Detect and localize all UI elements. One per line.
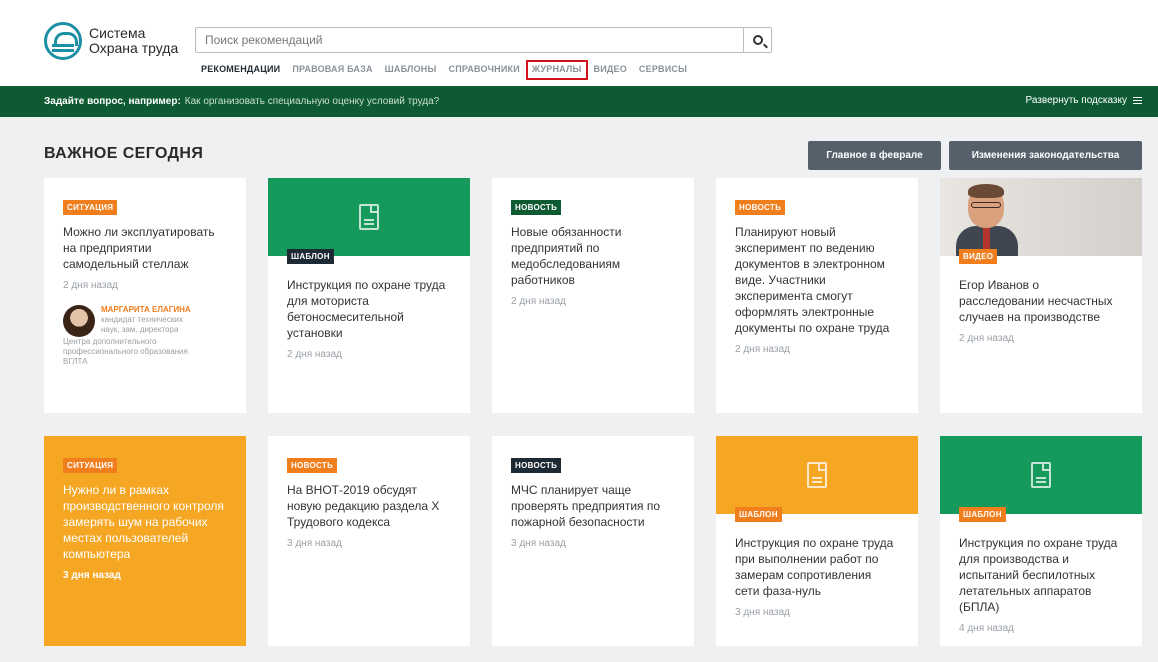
logo-text: Система Охрана труда [89, 26, 178, 56]
logo-line-2: Охрана труда [89, 40, 179, 56]
section-title: ВАЖНОЕ СЕГОДНЯ [44, 145, 204, 162]
card-badge: СИТУАЦИЯ [63, 200, 118, 215]
expand-hint-label: Развернуть подсказку [1025, 95, 1128, 106]
logo-line-1: Система [89, 25, 146, 41]
card-band: ШАБЛОН [940, 436, 1142, 522]
hint-bar: Задайте вопрос, например: Как организова… [0, 86, 1158, 117]
card-news-experiment[interactable]: НОВОСТЬ Планируют новый эксперимент по в… [716, 178, 918, 413]
card-band: ШАБЛОН [716, 436, 918, 522]
card-date: 2 дня назад [959, 333, 1014, 344]
nav-templates[interactable]: ШАБЛОНЫ [379, 60, 443, 80]
author-name: МАРГАРИТА ЕЛАГИНА [101, 305, 191, 314]
card-news-mchs[interactable]: НОВОСТЬ МЧС планирует чаще проверять пре… [492, 436, 694, 646]
card-template-resistance[interactable]: ШАБЛОН Инструкция по охране труда при вы… [716, 436, 918, 646]
card-badge: ШАБЛОН [287, 249, 334, 264]
card-band: ШАБЛОН [268, 178, 470, 264]
card-badge: НОВОСТЬ [735, 200, 786, 215]
card-template-drones[interactable]: ШАБЛОН Инструкция по охране труда для пр… [940, 436, 1142, 646]
search-button[interactable] [743, 28, 771, 52]
document-icon [807, 462, 827, 488]
card-badge: НОВОСТЬ [511, 200, 562, 215]
card-date: 3 дня назад [287, 538, 342, 549]
card-situation-noise[interactable]: СИТУАЦИЯ Нужно ли в рамках производствен… [44, 436, 246, 646]
menu-icon [1133, 97, 1142, 104]
card-title: Инструкция по охране труда при выполнени… [735, 536, 894, 598]
card-title: Инструкция по охране труда для производс… [959, 536, 1118, 614]
card-title: Егор Иванов о расследовании несчастных с… [959, 278, 1113, 324]
helmet-icon [44, 22, 82, 60]
card-date: 3 дня назад [735, 607, 790, 618]
nav-recommendations[interactable]: РЕКОМЕНДАЦИИ [195, 60, 286, 80]
card-badge: ВИДЕО [959, 249, 998, 264]
video-thumbnail: ВИДЕО [940, 178, 1142, 264]
card-author: МАРГАРИТА ЕЛАГИНА кандидат технических н… [63, 305, 227, 337]
search-icon [752, 35, 763, 45]
main-content: ВАЖНОЕ СЕГОДНЯ Главное в феврале Изменен… [0, 117, 1158, 662]
card-title: Инструкция по охране труда для моториста… [287, 278, 446, 340]
card-badge: ШАБЛОН [735, 507, 782, 522]
card-title: Новые обязанности предприятий по медобсл… [511, 225, 622, 287]
card-title: МЧС планирует чаще проверять предприятия… [511, 483, 661, 529]
card-date: 2 дня назад [735, 344, 790, 355]
author-role-1: кандидат технических [101, 315, 183, 324]
nav-video[interactable]: ВИДЕО [588, 60, 633, 80]
card-date: 2 дня назад [287, 349, 342, 360]
author-role-rest: Центра дополнительного профессионального… [63, 337, 188, 366]
author-role-2: наук, зам. директора [101, 325, 179, 334]
card-situation-shelf[interactable]: СИТУАЦИЯ Можно ли эксплуатировать на пре… [44, 178, 246, 413]
card-title: Можно ли эксплуатировать на предприятии … [63, 225, 215, 271]
search-input[interactable] [196, 28, 741, 52]
legislation-changes-button[interactable]: Изменения законодательства [949, 141, 1142, 170]
card-badge: НОВОСТЬ [511, 458, 562, 473]
card-title: Планируют новый эксперимент по ведению д… [735, 225, 890, 335]
header: Система Охрана труда РЕКОМЕНДАЦИИ ПРАВОВ… [0, 0, 1158, 86]
card-video-ivanov[interactable]: ВИДЕО Егор Иванов о расследовании несчас… [940, 178, 1142, 413]
nav-journals[interactable]: ЖУРНАЛЫ [525, 60, 588, 80]
card-date: 2 дня назад [511, 296, 566, 307]
card-title: Нужно ли в рамках производственного конт… [63, 483, 224, 561]
search-box [195, 27, 772, 53]
nav-reference[interactable]: СПРАВОЧНИКИ [443, 60, 526, 80]
logo[interactable]: Система Охрана труда [44, 22, 178, 60]
nav-services[interactable]: СЕРВИСЫ [633, 60, 693, 80]
hint-question: Задайте вопрос, например: [44, 96, 181, 107]
card-date: 3 дня назад [63, 570, 121, 581]
avatar [63, 305, 95, 337]
card-date: 4 дня назад [959, 623, 1014, 634]
expand-hint-button[interactable]: Развернуть подсказку [1025, 95, 1142, 106]
card-badge: СИТУАЦИЯ [63, 458, 118, 473]
card-template-mixer[interactable]: ШАБЛОН Инструкция по охране труда для мо… [268, 178, 470, 413]
main-nav: РЕКОМЕНДАЦИИ ПРАВОВАЯ БАЗА ШАБЛОНЫ СПРАВ… [195, 60, 693, 80]
card-badge: ШАБЛОН [959, 507, 1006, 522]
main-in-february-button[interactable]: Главное в феврале [808, 141, 941, 170]
card-date: 3 дня назад [511, 538, 566, 549]
nav-legal-base[interactable]: ПРАВОВАЯ БАЗА [286, 60, 378, 80]
card-news-vnot[interactable]: НОВОСТЬ На ВНОТ-2019 обсудят новую редак… [268, 436, 470, 646]
card-news-medical[interactable]: НОВОСТЬ Новые обязанности предприятий по… [492, 178, 694, 413]
card-date: 2 дня назад [63, 280, 118, 291]
card-badge: НОВОСТЬ [287, 458, 338, 473]
document-icon [359, 204, 379, 230]
hint-example-link[interactable]: Как организовать специальную оценку усло… [185, 96, 439, 107]
card-title: На ВНОТ-2019 обсудят новую редакцию разд… [287, 483, 440, 529]
document-icon [1031, 462, 1051, 488]
